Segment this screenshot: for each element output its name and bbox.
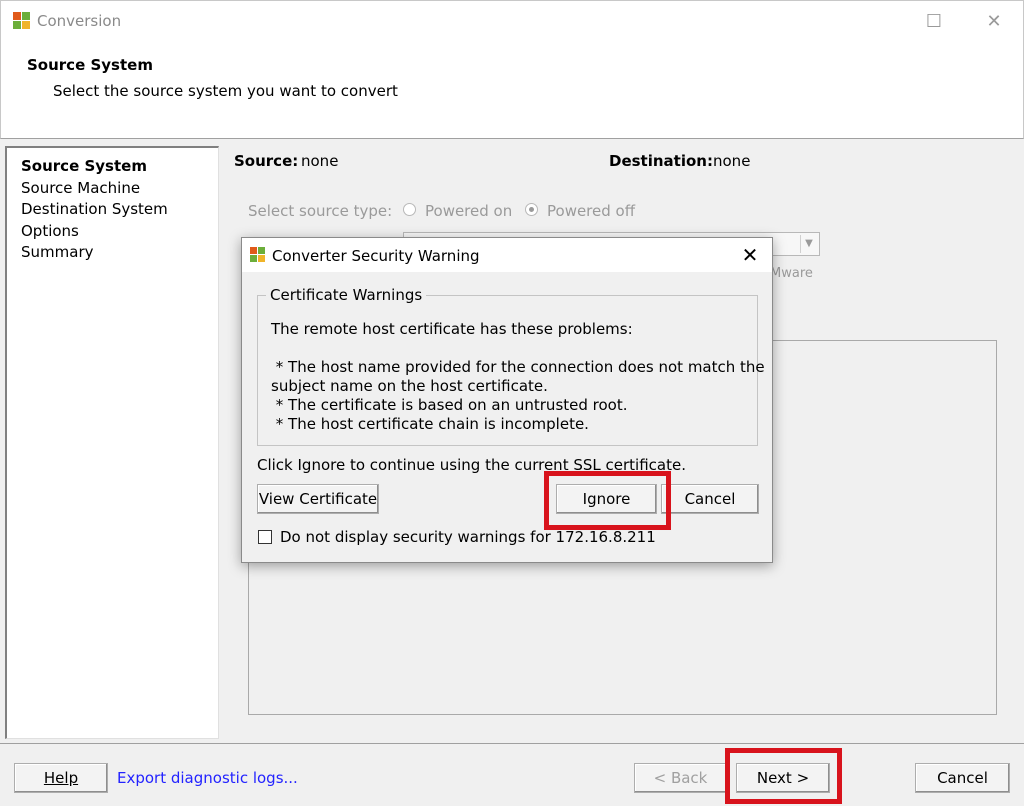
- source-value: none: [301, 152, 339, 170]
- warning-line-2: subject name on the host certificate.: [271, 377, 548, 395]
- warning-intro: The remote host certificate has these pr…: [271, 320, 633, 338]
- powered-off-label: Powered off: [547, 202, 636, 220]
- ignore-button[interactable]: Ignore: [556, 484, 657, 514]
- suppress-warnings-label: Do not display security warnings for 172…: [280, 528, 656, 546]
- close-icon: ✕: [986, 10, 1002, 32]
- security-warning-dialog: Converter Security Warning ✕ Certificate…: [241, 237, 773, 563]
- nav-item-source-machine[interactable]: Source Machine: [21, 178, 218, 200]
- warning-line-4: * The host certificate chain is incomple…: [271, 415, 589, 433]
- close-button[interactable]: ✕: [971, 3, 1017, 39]
- dialog-cancel-button[interactable]: Cancel: [661, 484, 759, 514]
- wizard-header: Source System Select the source system y…: [0, 40, 1024, 139]
- ignore-note: Click Ignore to continue using the curre…: [257, 456, 686, 474]
- converter-dialog-icon: [250, 247, 266, 263]
- back-button[interactable]: < Back: [634, 763, 727, 793]
- help-button-label: Help: [43, 769, 79, 787]
- source-label: Source:: [234, 152, 299, 170]
- cancel-button[interactable]: Cancel: [915, 763, 1010, 793]
- dialog-title: Converter Security Warning: [272, 247, 480, 265]
- minimize-icon: —: [879, 10, 897, 32]
- close-icon: ✕: [741, 243, 759, 267]
- page-title: Source System: [27, 56, 153, 74]
- converter-app-icon: [13, 12, 31, 30]
- dialog-close-button[interactable]: ✕: [734, 241, 766, 269]
- minimize-button[interactable]: —: [865, 3, 911, 39]
- powered-off-radio[interactable]: [525, 203, 538, 216]
- partial-vmware-text: Mware: [770, 266, 813, 281]
- source-type-label: Select source type:: [248, 202, 393, 220]
- window-titlebar: Conversion — ☐ ✕: [0, 0, 1024, 40]
- chevron-down-icon: ▼: [800, 235, 817, 253]
- nav-item-options[interactable]: Options: [21, 221, 218, 243]
- maximize-button[interactable]: ☐: [911, 3, 957, 39]
- wizard-steps-nav: Source System Source Machine Destination…: [5, 146, 219, 739]
- nav-item-source-system[interactable]: Source System: [21, 156, 218, 178]
- dialog-titlebar: Converter Security Warning ✕: [242, 238, 772, 272]
- window-title: Conversion: [37, 12, 122, 30]
- nav-item-destination-system[interactable]: Destination System: [21, 199, 218, 221]
- destination-label: Destination:: [609, 152, 713, 170]
- export-diagnostic-logs-link[interactable]: Export diagnostic logs...: [117, 769, 298, 787]
- warning-line-1: * The host name provided for the connect…: [271, 358, 765, 376]
- next-button[interactable]: Next >: [736, 763, 830, 793]
- warning-line-3: * The certificate is based on an untrust…: [271, 396, 628, 414]
- maximize-icon: ☐: [925, 10, 943, 32]
- suppress-warnings-checkbox[interactable]: [258, 530, 272, 544]
- view-certificate-button[interactable]: View Certificate: [257, 484, 379, 514]
- destination-value: none: [713, 152, 751, 170]
- powered-on-label: Powered on: [425, 202, 513, 220]
- wizard-footer: Help Export diagnostic logs... < Back Ne…: [0, 743, 1024, 806]
- powered-on-radio[interactable]: [403, 203, 416, 216]
- page-subtitle: Select the source system you want to con…: [53, 82, 398, 100]
- certificate-warnings-title: Certificate Warnings: [266, 286, 427, 304]
- certificate-warnings-group: Certificate Warnings The remote host cer…: [257, 286, 765, 446]
- nav-item-summary[interactable]: Summary: [21, 242, 218, 264]
- help-button[interactable]: Help: [14, 763, 108, 793]
